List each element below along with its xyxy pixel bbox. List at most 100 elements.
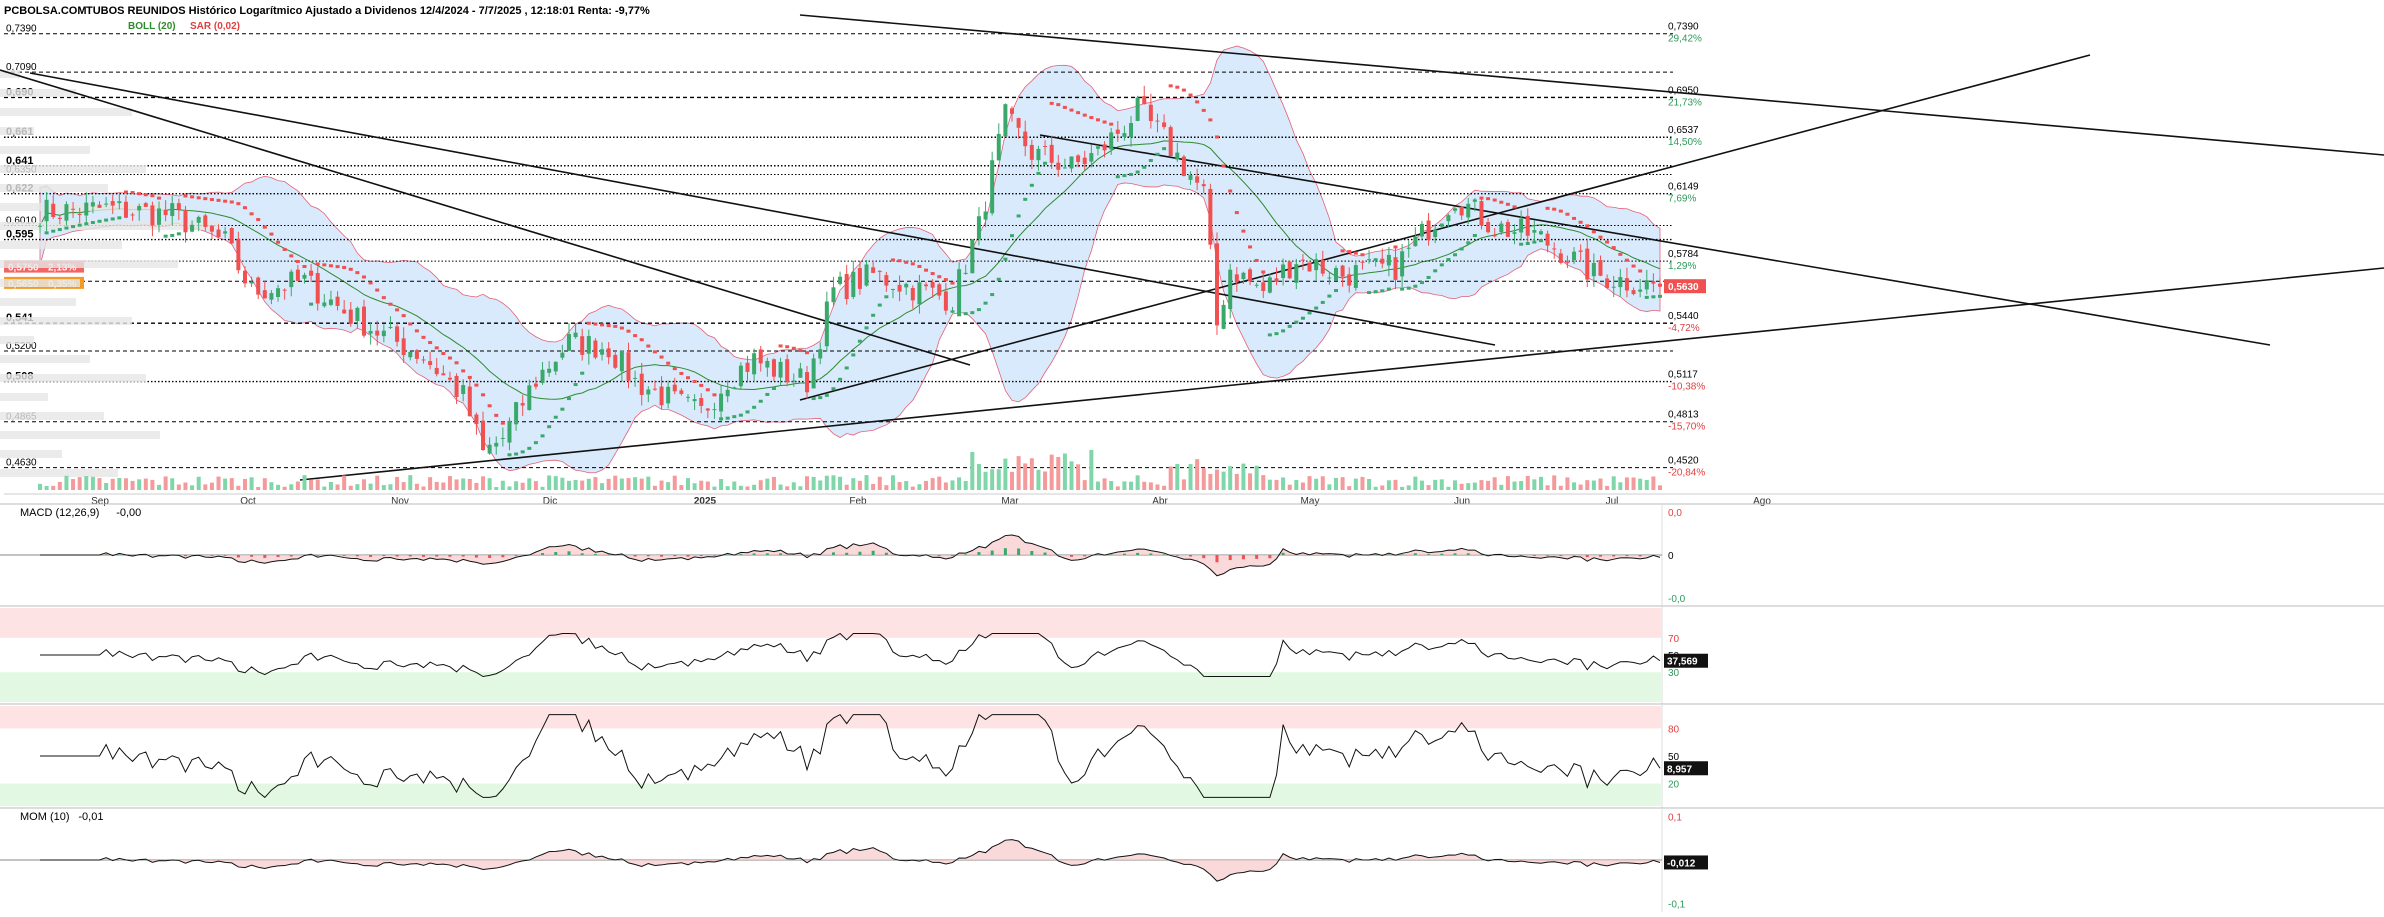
candle-body xyxy=(1374,258,1378,261)
candle-body xyxy=(507,421,511,443)
sar-dot xyxy=(1308,311,1312,314)
volume-bar xyxy=(1519,481,1523,490)
candle-body xyxy=(1394,257,1398,280)
macd-histogram xyxy=(1454,553,1457,555)
macd-histogram xyxy=(567,551,570,555)
candle-body xyxy=(1070,156,1074,168)
volume-bar xyxy=(1420,481,1424,490)
candle-body xyxy=(924,285,928,287)
candle-body xyxy=(984,212,988,220)
macd-histogram xyxy=(1189,555,1192,556)
volume-bar xyxy=(1149,482,1153,490)
level-pct-label: 7,69% xyxy=(1668,194,1696,205)
macd-histogram xyxy=(1546,555,1549,556)
sar-dot xyxy=(336,265,340,268)
volume-bar xyxy=(1261,475,1265,490)
candle-body xyxy=(541,370,545,383)
volume-bar xyxy=(1572,482,1576,490)
volume-bar xyxy=(825,476,829,490)
indicator-last-label: 37,569 xyxy=(1667,657,1698,668)
sar-dot xyxy=(746,410,750,413)
indicator-value: -0,01 xyxy=(78,811,103,823)
sar-dot xyxy=(157,197,161,200)
volume-bar xyxy=(1598,479,1602,490)
sar-dot xyxy=(931,272,935,275)
volume-bar xyxy=(1248,473,1252,490)
sar-dot xyxy=(1387,288,1391,291)
volume-bar xyxy=(104,483,108,490)
candle-body xyxy=(825,302,829,347)
candle-body xyxy=(527,385,531,410)
sar-dot xyxy=(580,372,584,375)
candle-body xyxy=(666,387,670,404)
volume-bar xyxy=(640,479,644,490)
macd-histogram xyxy=(1612,555,1615,556)
volume-bar xyxy=(316,479,320,490)
candle-body xyxy=(1109,132,1113,149)
macd-histogram xyxy=(541,553,544,555)
candle-body xyxy=(845,274,849,299)
sar-dot xyxy=(1235,211,1239,214)
candle-body xyxy=(137,206,141,210)
candle-body xyxy=(45,200,49,221)
candle-body xyxy=(1519,219,1523,233)
volume-bar xyxy=(150,480,154,490)
candle-body xyxy=(415,350,419,359)
volume-bar xyxy=(1579,485,1583,490)
macd-histogram xyxy=(1467,553,1470,555)
candle-body xyxy=(858,268,862,289)
candle-body xyxy=(1354,265,1358,288)
sar-dot xyxy=(534,441,538,444)
volume-bar xyxy=(706,482,710,490)
sar-dot xyxy=(1030,184,1034,187)
bollinger-band xyxy=(40,46,1660,473)
indicator-tick: 0,0 xyxy=(1668,508,1682,519)
volume-profile-bar xyxy=(0,336,34,344)
candle-body xyxy=(1103,144,1107,150)
sar-dot xyxy=(64,227,68,230)
macd-histogram xyxy=(1215,555,1218,562)
candle-body xyxy=(792,381,796,382)
sar-dot xyxy=(461,369,465,372)
sar-dot xyxy=(917,265,921,268)
panel-sto: STO (14,3,5)8,958050208,957 xyxy=(0,704,2384,808)
sar-dot xyxy=(1109,123,1113,126)
volume-profile-bar xyxy=(0,469,118,477)
candle-body xyxy=(455,376,459,397)
candle-body xyxy=(223,231,227,233)
candle-body xyxy=(1036,149,1040,160)
indicator-tick: 0 xyxy=(1668,551,1674,562)
candle-body xyxy=(501,438,505,439)
macd-histogram xyxy=(1586,555,1589,557)
candle-body xyxy=(250,282,254,284)
macd-histogram xyxy=(475,555,478,558)
macd-histogram xyxy=(369,555,372,557)
sar-dot xyxy=(1433,269,1437,272)
sar-dot xyxy=(71,225,75,228)
sar-dot xyxy=(838,378,842,381)
candle-body xyxy=(752,353,756,374)
sar-dot xyxy=(1162,147,1166,150)
volume-bar xyxy=(435,482,439,490)
macd-histogram xyxy=(1123,554,1126,555)
candle-body xyxy=(944,291,948,310)
volume-bar xyxy=(937,477,941,490)
sar-dot xyxy=(230,200,234,203)
sar-dot xyxy=(640,338,644,341)
candle-body xyxy=(1301,260,1305,261)
sar-dot xyxy=(362,275,366,278)
sar-dot xyxy=(1070,109,1074,112)
candle-body xyxy=(177,203,181,210)
candle-body xyxy=(911,288,915,300)
macd-histogram xyxy=(1599,555,1602,557)
volume-bar xyxy=(812,477,816,490)
candle-body xyxy=(957,269,961,313)
volume-bar xyxy=(1116,486,1120,490)
volume-bar xyxy=(190,485,194,490)
candle-body xyxy=(1427,220,1431,240)
macd-histogram xyxy=(1030,551,1033,555)
volume-bar xyxy=(620,479,624,490)
volume-bar xyxy=(990,469,994,490)
candle-body xyxy=(58,218,62,219)
candle-body xyxy=(217,230,221,237)
